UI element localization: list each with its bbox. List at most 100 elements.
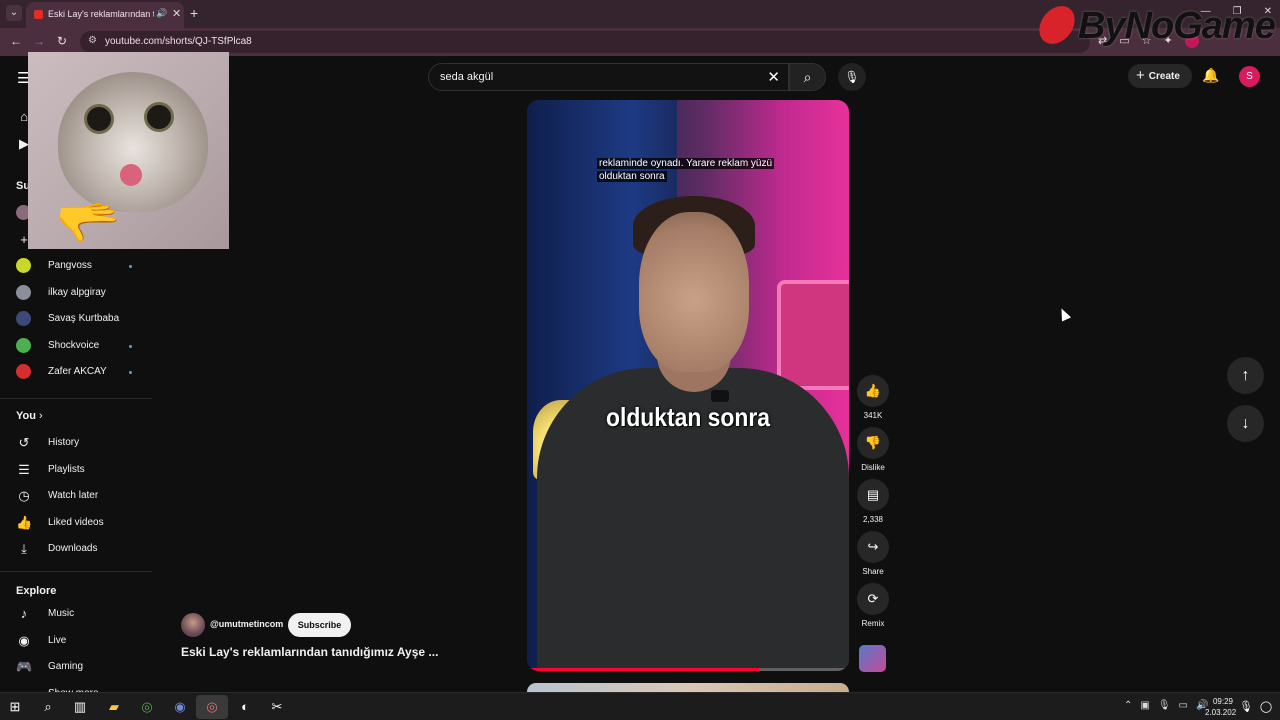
share-action[interactable]: ↪ Share (855, 531, 891, 576)
back-icon[interactable]: ← (10, 34, 22, 48)
sidebar-item-label: Zafer AKCAY (48, 366, 107, 378)
sidebar-item-downloads[interactable]: ⤓ Downloads (0, 536, 152, 562)
cat-eye (84, 104, 114, 134)
caption-subtitle: reklaminde oynadı. Yarare reklam yüzü ol… (597, 157, 775, 183)
history-icon: ↺ (18, 435, 30, 450)
channel-avatar[interactable] (181, 613, 205, 637)
windows-start-icon[interactable]: ⊞ (5, 697, 25, 717)
like-action[interactable]: 👍 341K (855, 375, 891, 420)
tab-close-icon[interactable]: ✕ (172, 7, 181, 20)
search-button[interactable]: ⌕ (789, 63, 826, 91)
voice-search-button[interactable]: 🎙 (838, 63, 866, 91)
reload-icon[interactable]: ↻ (57, 34, 67, 48)
search-input[interactable]: seda akgül ✕ (428, 63, 789, 91)
share-icon[interactable]: ↪ (857, 531, 889, 563)
sidebar-item-watch-later[interactable]: ◷ Watch later (0, 483, 152, 509)
sidebar-item-label: Playlists (48, 464, 85, 475)
search-icon: ⌕ (803, 69, 812, 85)
sidebar-item-channel[interactable]: Shockvoice (0, 333, 152, 359)
share-label: Share (862, 567, 884, 576)
task-view-icon[interactable]: ▥ (70, 697, 90, 717)
browser-tab[interactable]: Eski Lay's reklamlarından tanıdığımız Ay… (26, 2, 184, 28)
subscribe-button[interactable]: Subscribe (288, 613, 351, 637)
dislike-action[interactable]: 👎 Dislike (855, 427, 891, 472)
sidebar-item-history[interactable]: ↺ History (0, 430, 152, 456)
tray-overflow-icon[interactable]: ⌃ (1124, 700, 1132, 711)
chrome-icon[interactable]: ◎ (137, 697, 157, 717)
create-button[interactable]: + Create (1128, 64, 1192, 88)
sidebar-item-channel[interactable]: Zafer AKCAY (0, 359, 152, 385)
sidebar-item-label: Shockvoice (48, 339, 100, 351)
arrow-down-icon: ↓ (1241, 415, 1250, 432)
remix-icon[interactable]: ⟳ (857, 583, 889, 615)
mouse-cursor (1056, 306, 1072, 322)
sidebar-item-liked-videos[interactable]: 👍 Liked videos (0, 510, 152, 536)
chrome-profile-icon[interactable]: ◎ (202, 697, 222, 717)
tab-title: Eski Lay's reklamlarından tanıdığımız Ay… (48, 9, 154, 19)
sidebar-item-label: Watch later (48, 490, 99, 501)
next-short-preview[interactable] (527, 683, 849, 692)
sidebar-item-gaming[interactable]: 🎮 Gaming (0, 654, 152, 680)
account-avatar[interactable]: S (1239, 66, 1260, 87)
sidebar-item-live[interactable]: ◉ Live (0, 628, 152, 654)
tab-audio-icon[interactable]: 🔊 (156, 8, 167, 19)
sidebar-item-label: Liked videos (48, 517, 104, 528)
tray-mic-icon[interactable]: 🎙 (1158, 700, 1171, 711)
obs-icon[interactable]: ◐ (235, 697, 255, 717)
thumb-up-icon: 👍 (16, 515, 33, 530)
explore-heading: Explore (16, 585, 57, 597)
forward-icon[interactable]: → (33, 34, 45, 48)
watermark-text: ByNoGame (1078, 5, 1276, 47)
sound-thumbnail[interactable] (859, 645, 886, 672)
sidebar-item-channel[interactable]: Pangvoss (0, 253, 152, 279)
thumb-down-icon[interactable]: 👎 (857, 427, 889, 459)
sidebar-item-label: Live (48, 635, 67, 646)
file-explorer-icon[interactable]: ▰ (104, 697, 124, 717)
tab-search-chevron-icon[interactable]: ⌄ (6, 5, 22, 21)
comment-count: 2,338 (862, 515, 884, 524)
previous-short-button[interactable]: ↑ (1227, 357, 1264, 394)
taskbar-clock[interactable]: 09:29 2.03.202 (1205, 696, 1236, 718)
discord-icon[interactable]: ◉ (170, 697, 190, 717)
tray-mic-active-icon[interactable]: 🎙 (1236, 697, 1256, 717)
thumb-up-icon[interactable]: 👍 (857, 375, 889, 407)
comments-action[interactable]: ▤ 2,338 (855, 479, 891, 524)
download-icon: ⤓ (21, 541, 27, 556)
remix-action[interactable]: ⟳ Remix (855, 583, 891, 628)
search-query: seda akgül (440, 71, 494, 83)
cat-face (58, 72, 208, 212)
you-heading-label: You (16, 410, 36, 422)
short-title[interactable]: Eski Lay's reklamlarından tanıdığımız Ay… (181, 645, 438, 659)
sidebar-divider (0, 571, 152, 572)
notifications-bell-icon[interactable]: 🔔 (1202, 67, 1219, 84)
address-bar[interactable]: ⚙ youtube.com/shorts/QJ-TSfPlca8 (80, 31, 1090, 53)
sidebar-item-label: Gaming (48, 661, 84, 672)
sidebar-item-channel[interactable]: ilkay alpgiray (0, 280, 152, 306)
comment-icon[interactable]: ▤ (857, 479, 889, 511)
tray-network-icon[interactable]: ▭ (1179, 700, 1188, 711)
site-info-icon[interactable]: ⚙ (88, 35, 97, 46)
remix-label: Remix (861, 619, 885, 628)
next-short-button[interactable]: ↓ (1227, 405, 1264, 442)
clear-search-icon[interactable]: ✕ (767, 68, 780, 86)
sidebar-item-label: Downloads (48, 543, 98, 554)
lapel-mic (711, 390, 729, 402)
capcut-icon[interactable]: ✂ (267, 697, 287, 717)
sidebar-item-playlists[interactable]: ☰ Playlists (0, 457, 152, 483)
tray-app-icon[interactable]: ▣ (1140, 700, 1149, 711)
channel-handle[interactable]: @umutmetincom (210, 619, 283, 629)
channel-avatar (16, 258, 31, 273)
you-heading[interactable]: You › (16, 410, 43, 422)
channel-watermark-logo: ByNoGame (1035, 0, 1280, 54)
sidebar-item-music[interactable]: ♪ Music (0, 601, 152, 627)
sidebar-item-label: Savaş Kurtbaba (48, 313, 120, 325)
taskbar-search-icon[interactable]: ⌕ (38, 697, 58, 717)
sidebar-item-channel[interactable]: Savaş Kurtbaba (0, 306, 152, 332)
new-content-dot (129, 265, 132, 268)
new-tab-button[interactable]: + (190, 5, 198, 21)
video-progress-bar[interactable] (527, 668, 849, 671)
short-video-player[interactable]: reklaminde oynadı. Yarare reklam yüzü ol… (527, 100, 849, 671)
dislike-label: Dislike (861, 463, 885, 472)
new-content-dot (129, 371, 132, 375)
notification-center-icon[interactable]: ◯ (1256, 697, 1276, 717)
